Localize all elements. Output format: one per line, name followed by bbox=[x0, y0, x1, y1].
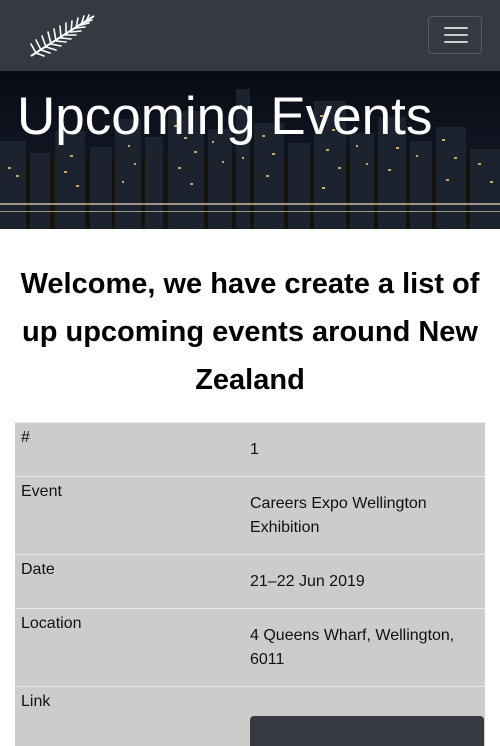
navbar bbox=[0, 0, 500, 71]
row-label: Link bbox=[15, 687, 250, 746]
row-label: Date bbox=[15, 555, 250, 609]
row-value: 1 bbox=[250, 423, 485, 477]
row-value: 4 Queens Wharf, Wellington, 6011 bbox=[250, 609, 485, 687]
table-row: Link bbox=[15, 687, 485, 746]
table-row: Location 4 Queens Wharf, Wellington, 601… bbox=[15, 609, 485, 687]
row-value: 21–22 Jun 2019 bbox=[250, 555, 485, 609]
event-link-button[interactable] bbox=[250, 716, 484, 746]
table-row: # 1 bbox=[15, 423, 485, 477]
row-value: Careers Expo Wellington Exhibition bbox=[250, 477, 485, 555]
row-label: Event bbox=[15, 477, 250, 555]
row-value bbox=[250, 687, 485, 746]
hamburger-menu-icon[interactable] bbox=[428, 16, 482, 54]
table-row: Date 21–22 Jun 2019 bbox=[15, 555, 485, 609]
row-label: # bbox=[15, 423, 250, 477]
silver-fern-icon[interactable] bbox=[28, 13, 96, 59]
table-row: Event Careers Expo Wellington Exhibition bbox=[15, 477, 485, 555]
row-label: Location bbox=[15, 609, 250, 687]
hero-banner: Upcoming Events bbox=[0, 71, 500, 229]
event-details-table: # 1 Event Careers Expo Wellington Exhibi… bbox=[15, 422, 485, 746]
welcome-heading: Welcome, we have create a list of up upc… bbox=[20, 260, 480, 404]
page-title: Upcoming Events bbox=[17, 85, 432, 149]
